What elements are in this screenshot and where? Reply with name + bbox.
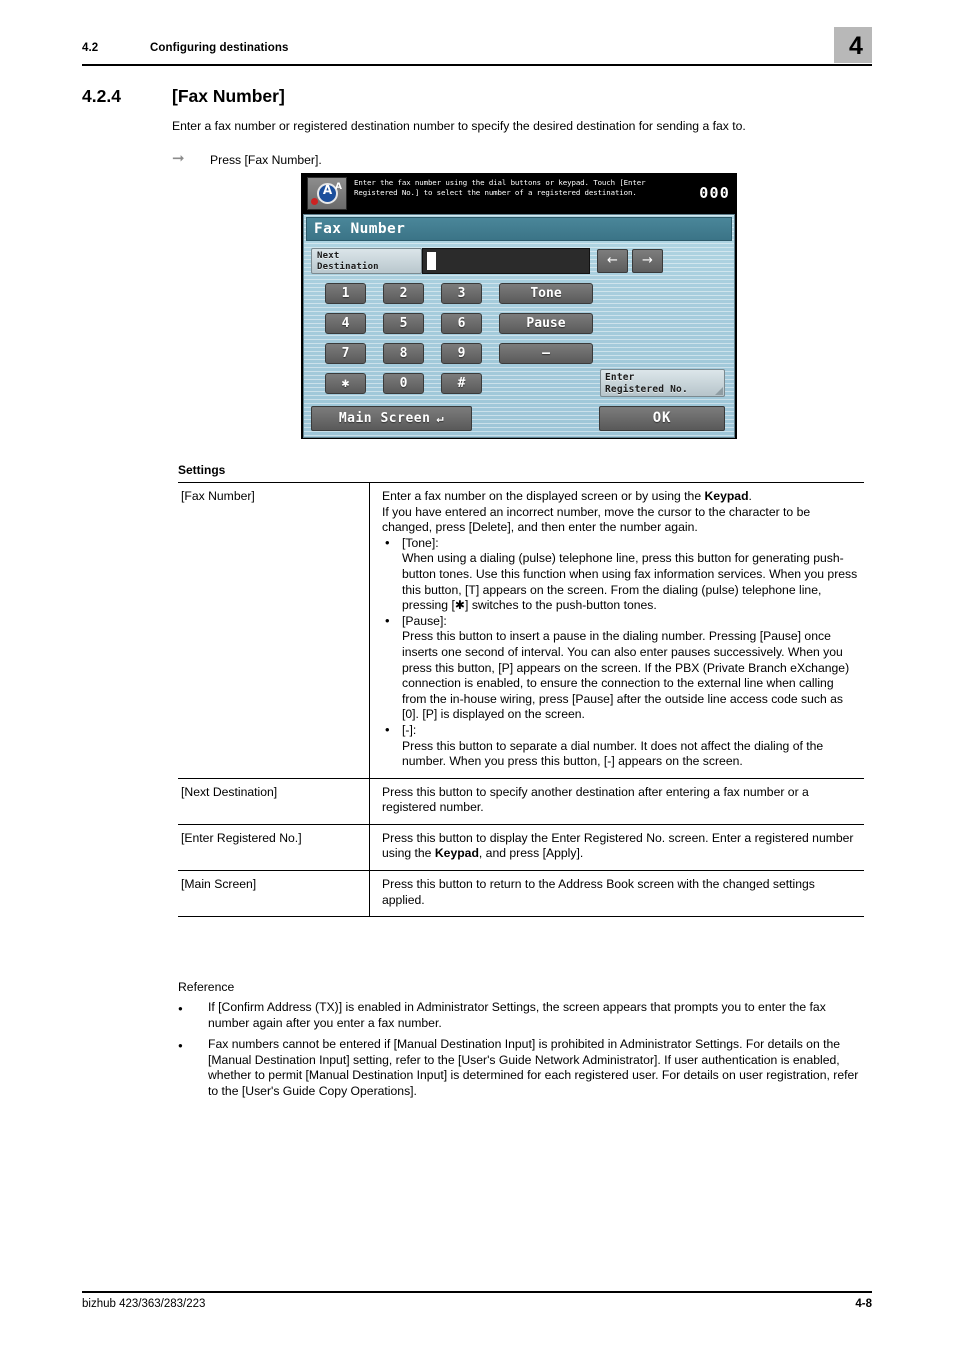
intro-paragraph: Enter a fax number or registered destina… [172, 119, 746, 133]
setting-description-next-destination: Press this button to specify another des… [369, 777, 864, 825]
bullet-text-tone: When using a dialing (pulse) telephone l… [402, 551, 858, 613]
table-row: [Next Destination] Press this button to … [178, 777, 864, 825]
enter-registered-label-line1: Enter [605, 372, 635, 383]
keypad-key-hash[interactable]: # [441, 373, 482, 394]
list-item: [-]: Press this button to separate a dia… [382, 722, 858, 770]
keypad-key-asterisk[interactable]: ✱ [325, 373, 366, 394]
panel-title-bar: Fax Number [306, 217, 732, 241]
keypad-key-0[interactable]: 0 [383, 373, 424, 394]
next-destination-button[interactable]: Next Destination [311, 248, 422, 274]
table-row: [Main Screen] Press this button to retur… [178, 870, 864, 918]
header-section-number: 4.2 [82, 42, 99, 54]
setting-description-main-screen: Press this button to return to the Addre… [369, 870, 864, 918]
list-item: [Tone]: When using a dialing (pulse) tel… [382, 535, 858, 614]
header-section-title: Configuring destinations [150, 42, 289, 54]
device-panel-screenshot: A Enter the fax number using the dial bu… [301, 173, 737, 439]
text-caret [427, 252, 436, 270]
return-arrow-icon: ↵ [436, 411, 445, 425]
panel-title: Fax Number [314, 221, 406, 237]
reference-list: If [Confirm Address (TX)] is enabled in … [178, 1000, 864, 1106]
next-destination-label-line2: Destination [317, 262, 379, 272]
table-row: [Fax Number] Enter a fax number on the d… [178, 482, 864, 779]
pause-button[interactable]: Pause [499, 313, 593, 334]
panel-body: Fax Number Next Destination ← → 1 2 3 To… [303, 214, 735, 438]
scanner-status-icon: A [307, 177, 347, 210]
keypad-bold-2: Keypad [434, 846, 479, 861]
fax-number-bullet-list: [Tone]: When using a dialing (pulse) tel… [382, 535, 858, 770]
keypad-key-8[interactable]: 8 [383, 343, 424, 364]
header-rule [82, 64, 872, 66]
enter-registered-no-button[interactable]: Enter Registered No. [600, 369, 725, 397]
document-page: 4.2 Configuring destinations 4 4.2.4 [Fa… [0, 0, 954, 1350]
main-screen-button[interactable]: Main Screen ↵ [311, 406, 472, 431]
arrow-right-icon: ➞ [172, 150, 185, 167]
page-title: [Fax Number] [172, 86, 285, 106]
list-item: [Pause]: Press this button to insert a p… [382, 613, 858, 723]
chapter-badge-number: 4 [849, 31, 863, 60]
footer-product-name: bizhub 423/363/283/223 [82, 1298, 206, 1310]
cursor-left-button[interactable]: ← [597, 249, 628, 273]
keypad-key-1[interactable]: 1 [325, 283, 366, 304]
settings-heading: Settings [178, 463, 226, 477]
bullet-label-tone: [Tone]: [402, 535, 439, 550]
table-row: [Enter Registered No.] Press this button… [178, 823, 864, 871]
fax-number-intro-text: Enter a fax number on the displayed scre… [382, 489, 705, 503]
tone-button[interactable]: Tone [499, 283, 593, 304]
page-header: 4.2 Configuring destinations 4 [82, 27, 872, 74]
panel-status-bar: A Enter the fax number using the dial bu… [302, 174, 736, 214]
setting-description-fax-number: Enter a fax number on the displayed scre… [369, 482, 864, 779]
fax-number-intro-line2: If you have entered an incorrect number,… [382, 504, 811, 535]
dash-button[interactable]: – [499, 343, 593, 364]
list-item: Fax numbers cannot be entered if [Manual… [178, 1037, 864, 1099]
footer-rule [82, 1291, 872, 1293]
bullet-text-pause: Press this button to insert a pause in t… [402, 629, 850, 722]
settings-table: [Fax Number] Enter a fax number on the d… [178, 482, 864, 918]
next-destination-label-line1: Next [317, 251, 340, 261]
fax-number-intro-tail: . [748, 489, 752, 503]
keypad-key-5[interactable]: 5 [383, 313, 424, 334]
panel-status-message: Enter the fax number using the dial butt… [354, 178, 646, 198]
fax-number-intro-line1: Enter a fax number on the displayed scre… [382, 489, 858, 505]
chapter-badge: 4 [834, 27, 872, 63]
setting-name-fax-number: [Fax Number] [178, 482, 370, 779]
setting-name-next-destination: [Next Destination] [178, 777, 370, 825]
step-text: Press [Fax Number]. [210, 153, 322, 167]
keypad-key-3[interactable]: 3 [441, 283, 482, 304]
setting-name-enter-registered-no: [Enter Registered No.] [178, 823, 370, 871]
cursor-right-button[interactable]: → [632, 249, 663, 273]
arrow-left-icon: ← [607, 253, 618, 268]
bullet-label-pause: [Pause]: [402, 613, 447, 628]
keypad-key-6[interactable]: 6 [441, 313, 482, 334]
keypad-key-4[interactable]: 4 [325, 313, 366, 334]
ok-button[interactable]: OK [599, 406, 725, 431]
enter-registered-label-line2: Registered No. [605, 384, 688, 395]
arrow-right-icon: → [642, 253, 653, 268]
enter-reg-desc-post: , and press [Apply]. [478, 846, 584, 861]
panel-counter: 000 [699, 184, 730, 202]
reference-heading: Reference [178, 980, 235, 994]
keypad-key-9[interactable]: 9 [441, 343, 482, 364]
bullet-label-dash: [-]: [402, 722, 417, 737]
main-screen-label: Main Screen [338, 411, 431, 426]
setting-description-enter-registered-no: Press this button to display the Enter R… [369, 823, 864, 871]
list-item: If [Confirm Address (TX)] is enabled in … [178, 1000, 864, 1031]
setting-name-main-screen: [Main Screen] [178, 870, 370, 918]
footer-page-number: 4-8 [855, 1298, 872, 1310]
keypad-key-7[interactable]: 7 [325, 343, 366, 364]
keypad-bold-1: Keypad [704, 489, 749, 503]
fax-number-input[interactable] [422, 248, 590, 274]
subsection-number: 4.2.4 [82, 86, 121, 106]
bullet-text-dash: Press this button to separate a dial num… [402, 738, 824, 769]
keypad-key-2[interactable]: 2 [383, 283, 424, 304]
